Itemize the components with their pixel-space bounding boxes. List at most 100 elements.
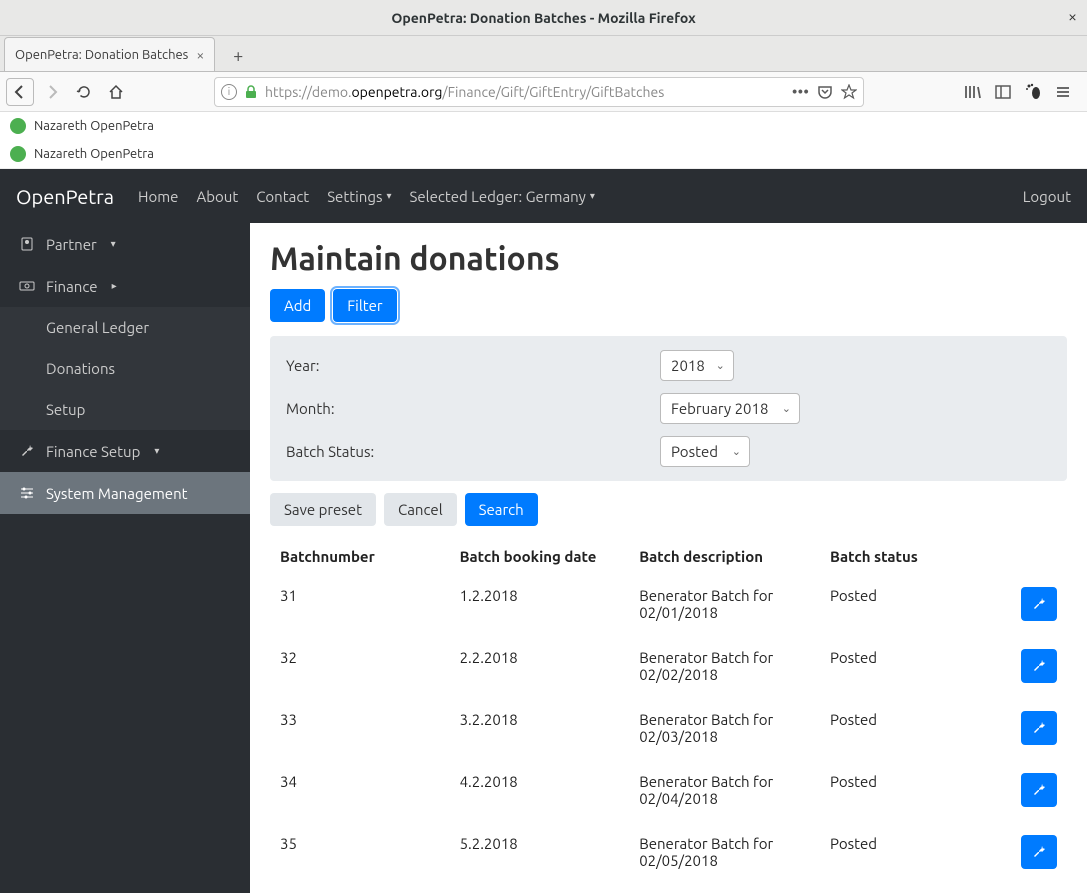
cell-booking-date: 2.2.2018	[450, 635, 630, 697]
finance-icon	[18, 277, 36, 295]
pocket-icon[interactable]	[817, 84, 833, 100]
cell-actions	[1000, 697, 1067, 759]
info-icon[interactable]: i	[221, 84, 237, 100]
bookmark-item[interactable]: Nazareth OpenPetra	[0, 140, 1087, 168]
cell-description: Benerator Batch for 02/01/2018	[629, 573, 820, 635]
tab-add-button[interactable]: +	[223, 41, 253, 71]
year-select[interactable]: 2018 ⌄	[660, 350, 734, 381]
cell-booking-date: 3.2.2018	[450, 697, 630, 759]
nav-settings[interactable]: Settings▾	[327, 188, 391, 205]
sidebar-item-setup[interactable]: Setup	[0, 389, 250, 430]
row-action-button[interactable]	[1021, 773, 1057, 807]
bookmarks-bar: Nazareth OpenPetra Nazareth OpenPetra	[0, 112, 1087, 169]
sidebar-item-system-mgmt[interactable]: System Management	[0, 472, 250, 514]
cell-status: Posted	[820, 697, 1000, 759]
sidebar: Partner ▾ Finance ▸ General Ledger Donat…	[0, 223, 250, 893]
chevron-down-icon: ▾	[154, 445, 159, 457]
browser-tab[interactable]: OpenPetra: Donation Batches ×	[4, 37, 215, 71]
sidebar-label: Finance	[46, 278, 98, 295]
cell-actions	[1000, 635, 1067, 697]
cell-description: Benerator Batch for 02/03/2018	[629, 697, 820, 759]
page-title: Maintain donations	[270, 241, 1067, 277]
bookmark-item[interactable]: Nazareth OpenPetra	[0, 112, 1087, 140]
cell-actions	[1000, 821, 1067, 883]
cell-booking-date: 1.2.2018	[450, 573, 630, 635]
sliders-icon	[18, 484, 36, 502]
sidebar-label: General Ledger	[46, 319, 149, 336]
table-row: 311.2.2018Benerator Batch for 02/01/2018…	[270, 573, 1067, 635]
library-icon[interactable]	[963, 82, 983, 102]
sidebar-icon[interactable]	[993, 82, 1013, 102]
cancel-button[interactable]: Cancel	[384, 493, 457, 526]
reload-button[interactable]	[70, 78, 98, 106]
nav-home[interactable]: Home	[138, 188, 178, 205]
gnome-foot-icon[interactable]	[1023, 82, 1043, 102]
menu-icon[interactable]	[1053, 82, 1073, 102]
cell-booking-date: 4.2.2018	[450, 759, 630, 821]
cell-booking-date: 5.2.2018	[450, 821, 630, 883]
url-bar[interactable]: i https://demo.openpetra.org/Finance/Gif…	[214, 77, 864, 107]
sidebar-label: Donations	[46, 360, 115, 377]
cell-description: Benerator Batch for 02/05/2018	[629, 821, 820, 883]
month-select[interactable]: February 2018 ⌄	[660, 393, 800, 424]
chevron-down-icon: ⌄	[732, 445, 741, 458]
main-content: Maintain donations Add Filter Year: 2018…	[250, 223, 1087, 893]
bookmark-favicon	[10, 118, 26, 134]
home-button[interactable]	[102, 78, 130, 106]
forward-button[interactable]	[38, 78, 66, 106]
back-button[interactable]	[6, 78, 34, 106]
row-action-button[interactable]	[1021, 587, 1057, 621]
sidebar-item-general-ledger[interactable]: General Ledger	[0, 307, 250, 348]
col-status: Batch status	[820, 540, 1000, 573]
cell-description: Benerator Batch for 02/04/2018	[629, 759, 820, 821]
cell-status: Posted	[820, 635, 1000, 697]
nav-contact[interactable]: Contact	[256, 188, 309, 205]
app-navbar: OpenPetra Home About Contact Settings▾ S…	[0, 169, 1087, 223]
table-row: 355.2.2018Benerator Batch for 02/05/2018…	[270, 821, 1067, 883]
nav-about[interactable]: About	[196, 188, 238, 205]
logout-link[interactable]: Logout	[1023, 188, 1071, 205]
month-label: Month:	[286, 400, 660, 417]
tab-strip: OpenPetra: Donation Batches × +	[0, 36, 1087, 72]
search-button[interactable]: Search	[465, 493, 538, 526]
window-titlebar: OpenPetra: Donation Batches - Mozilla Fi…	[0, 0, 1087, 36]
chevron-down-icon: ▾	[111, 238, 116, 250]
nav-toolbar: i https://demo.openpetra.org/Finance/Gif…	[0, 72, 1087, 112]
save-preset-button[interactable]: Save preset	[270, 493, 376, 526]
sidebar-label: Finance Setup	[46, 443, 140, 460]
cell-status: Posted	[820, 821, 1000, 883]
batch-status-select[interactable]: Posted ⌄	[660, 436, 750, 467]
row-action-button[interactable]	[1021, 835, 1057, 869]
wrench-icon	[18, 442, 36, 460]
sidebar-item-finance[interactable]: Finance ▸	[0, 265, 250, 307]
filter-button[interactable]: Filter	[333, 289, 396, 322]
col-booking-date: Batch booking date	[450, 540, 630, 573]
row-action-button[interactable]	[1021, 711, 1057, 745]
partner-icon	[18, 235, 36, 253]
sidebar-item-finance-setup[interactable]: Finance Setup ▾	[0, 430, 250, 472]
table-row: 322.2.2018Benerator Batch for 02/02/2018…	[270, 635, 1067, 697]
cell-batchnumber: 31	[270, 573, 450, 635]
brand[interactable]: OpenPetra	[16, 185, 114, 208]
chevron-down-icon: ⌄	[716, 359, 725, 372]
lock-icon	[243, 84, 259, 100]
chevron-right-icon: ▸	[112, 280, 117, 292]
col-actions	[1000, 540, 1067, 573]
bookmark-star-icon[interactable]	[841, 84, 857, 100]
tab-title: OpenPetra: Donation Batches	[15, 48, 188, 62]
window-title: OpenPetra: Donation Batches - Mozilla Fi…	[391, 10, 695, 26]
window-close-icon[interactable]: ×	[1068, 8, 1077, 26]
sidebar-item-partner[interactable]: Partner ▾	[0, 223, 250, 265]
nav-selected-ledger[interactable]: Selected Ledger: Germany ▾	[410, 188, 595, 205]
sidebar-label: System Management	[46, 485, 188, 502]
tab-close-icon[interactable]: ×	[196, 47, 204, 63]
cell-batchnumber: 32	[270, 635, 450, 697]
table-row: 344.2.2018Benerator Batch for 02/04/2018…	[270, 759, 1067, 821]
table-row: 333.2.2018Benerator Batch for 02/03/2018…	[270, 697, 1067, 759]
add-button[interactable]: Add	[270, 289, 325, 322]
cell-batchnumber: 34	[270, 759, 450, 821]
row-action-button[interactable]	[1021, 649, 1057, 683]
sidebar-item-donations[interactable]: Donations	[0, 348, 250, 389]
bookmark-label: Nazareth OpenPetra	[34, 119, 154, 133]
page-actions-icon[interactable]: •••	[792, 83, 809, 101]
